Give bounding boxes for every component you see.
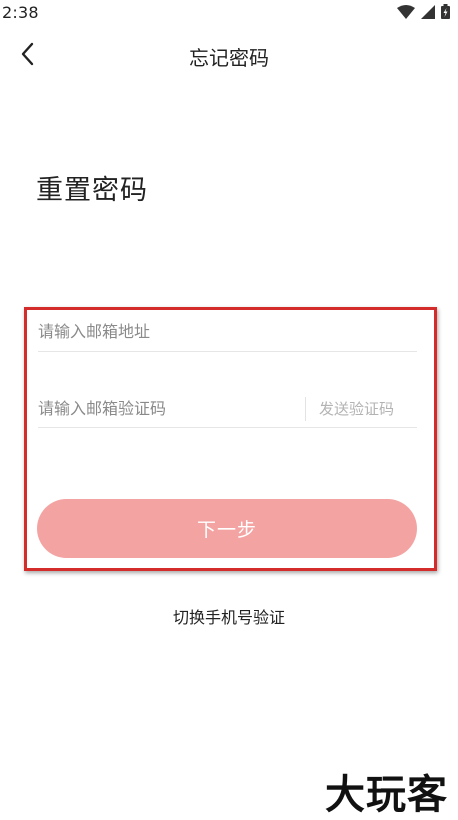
status-icons [397, 3, 450, 23]
status-time: 2:38 [2, 3, 39, 22]
reset-password-heading: 重置密码 [36, 175, 148, 206]
email-field [38, 314, 417, 352]
wifi-icon [397, 4, 415, 23]
status-bar: 2:38 [0, 0, 458, 28]
field-divider [305, 397, 306, 421]
send-code-button[interactable]: 发送验证码 [319, 398, 394, 419]
nav-bar: 忘记密码 [0, 28, 458, 84]
next-step-button[interactable]: 下一步 [37, 499, 417, 558]
switch-phone-verification-link[interactable]: 切换手机号验证 [0, 604, 458, 628]
watermark-logo: 大玩客 [325, 772, 448, 818]
battery-icon [441, 3, 450, 23]
page-title: 忘记密码 [189, 46, 269, 70]
email-code-input[interactable] [38, 393, 298, 423]
email-input[interactable] [38, 316, 417, 346]
signal-icon [421, 4, 435, 23]
code-field: 发送验证码 [38, 392, 417, 428]
